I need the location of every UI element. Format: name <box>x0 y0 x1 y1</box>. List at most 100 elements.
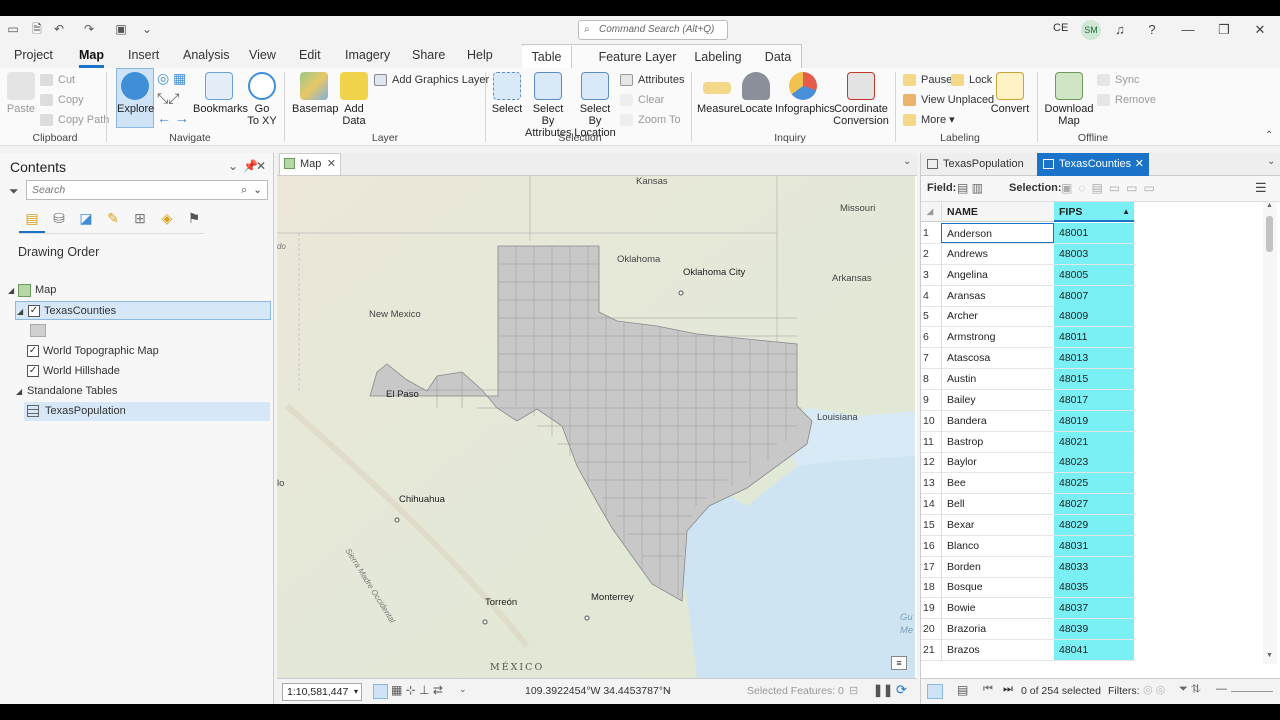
filter-query-icon[interactable]: ⏷ ⇅ <box>1179 683 1201 696</box>
refresh-icon[interactable]: ⟳ <box>896 682 907 698</box>
tab-feature-layer[interactable]: Feature Layer <box>590 46 685 68</box>
list-by-perspective-icon[interactable]: ⚑ <box>184 208 204 228</box>
table-row[interactable]: 3 Angelina 48005 <box>921 264 1135 286</box>
cell-fips[interactable]: 48031 <box>1054 535 1134 556</box>
paste-button[interactable]: Paste <box>6 72 36 115</box>
row-number[interactable]: 8 <box>923 369 941 389</box>
row-number[interactable]: 13 <box>923 473 941 493</box>
cell-name[interactable]: Andrews <box>941 243 1054 264</box>
row-number[interactable]: 20 <box>923 619 941 639</box>
cell-name[interactable]: Bowie <box>941 598 1054 619</box>
portal-initials[interactable]: CE <box>1053 22 1068 34</box>
explore-button[interactable]: Explore <box>116 68 154 128</box>
zoom-slider[interactable] <box>1231 691 1273 692</box>
cell-fips[interactable]: 48023 <box>1054 452 1134 473</box>
cell-fips[interactable]: 48003 <box>1054 243 1134 264</box>
sync-button[interactable]: Sync <box>1097 72 1139 88</box>
cell-name[interactable]: Baylor <box>941 452 1054 473</box>
cell-fips[interactable]: 48035 <box>1054 577 1134 598</box>
attributes-button[interactable]: Attributes <box>620 72 684 88</box>
select-by-location-button[interactable]: Select By Location <box>572 72 618 139</box>
column-header-fips[interactable]: FIPS ▲ <box>1054 202 1134 222</box>
infographics-button[interactable]: Infographics <box>775 72 835 115</box>
row-number[interactable]: 17 <box>923 557 941 577</box>
tab-view[interactable]: View <box>249 48 276 68</box>
filter-extent-icon[interactable]: ◎ ◎ <box>1143 683 1165 696</box>
tab-table[interactable]: Table <box>522 46 572 68</box>
tab-texascounties[interactable]: TexasCounties ✕ <box>1037 153 1149 176</box>
cell-name[interactable]: Bailey <box>941 389 1054 410</box>
table-row[interactable]: 12 Baylor 48023 <box>921 452 1135 474</box>
tab-data[interactable]: Data <box>756 46 800 68</box>
cell-name[interactable]: Austin <box>941 368 1054 389</box>
row-number[interactable]: 9 <box>923 390 941 410</box>
row-number[interactable]: 4 <box>923 286 941 306</box>
cell-fips[interactable]: 48019 <box>1054 410 1134 431</box>
chevron-down-icon[interactable]: ⌄ <box>665 684 673 695</box>
cell-fips[interactable]: 48009 <box>1054 306 1134 327</box>
table-row[interactable]: 5 Archer 48009 <box>921 306 1135 328</box>
coordinate-conversion-button[interactable]: Coordinate Conversion <box>833 72 889 127</box>
map-view-tab[interactable]: Map ✕ <box>279 153 341 175</box>
fixed-scale-icon[interactable] <box>373 684 388 699</box>
cell-name[interactable]: Armstrong <box>941 327 1054 348</box>
list-by-drawing-order-icon[interactable]: ▤ <box>22 208 42 228</box>
row-number[interactable]: 21 <box>923 640 941 660</box>
row-number[interactable]: 16 <box>923 536 941 556</box>
table-row[interactable]: 9 Bailey 48017 <box>921 389 1135 411</box>
row-number[interactable]: 12 <box>923 452 941 472</box>
tab-imagery[interactable]: Imagery <box>345 48 390 68</box>
view-unplaced-button[interactable]: View Unplaced <box>903 92 994 108</box>
close-tab-icon[interactable]: ✕ <box>1135 153 1144 176</box>
pane-options-icon[interactable]: ⌄ <box>228 159 238 173</box>
cell-name[interactable]: Bosque <box>941 577 1054 598</box>
convert-button[interactable]: Convert <box>990 72 1030 115</box>
attribute-table-grid[interactable]: ◢ NAME FIPS ▲ 1 Anderson 48001 2 Andrews 4800… <box>921 202 1263 678</box>
add-data-button[interactable]: Add Data <box>338 72 370 127</box>
row-number[interactable]: 7 <box>923 348 941 368</box>
layer-visibility-checkbox[interactable]: ✓ <box>27 365 39 377</box>
measure-button[interactable]: Measure <box>697 72 740 115</box>
row-number[interactable]: 1 <box>923 223 941 243</box>
cell-name[interactable]: Bell <box>941 494 1054 515</box>
list-by-editing-icon[interactable]: ✎ <box>103 208 123 228</box>
cell-name[interactable]: Atascosa <box>941 348 1054 369</box>
table-row[interactable]: 8 Austin 48015 <box>921 368 1135 390</box>
cell-fips[interactable]: 48029 <box>1054 514 1134 535</box>
table-row[interactable]: 18 Bosque 48035 <box>921 577 1135 599</box>
last-record-icon[interactable]: ⏭ <box>1003 683 1013 696</box>
redo-icon[interactable]: ↷ <box>82 22 96 36</box>
tab-help[interactable]: Help <box>467 48 493 68</box>
tree-layer-world-topographic[interactable]: ✓ World Topographic Map <box>15 342 271 361</box>
go-to-xy-button[interactable]: Go To XY <box>247 72 277 127</box>
list-by-selection-icon[interactable]: ◪ <box>76 208 96 228</box>
chevron-down-icon[interactable]: ⌄ <box>459 684 467 695</box>
scroll-down-icon[interactable]: ▼ <box>1266 652 1273 659</box>
copy-button[interactable]: Copy <box>40 92 84 108</box>
table-row[interactable]: 13 Bee 48025 <box>921 473 1135 495</box>
cell-name[interactable]: Borden <box>941 556 1054 577</box>
cell-fips[interactable]: 48025 <box>1054 473 1134 494</box>
map-canvas[interactable]: Kansas Missouri Oklahoma Oklahoma City A… <box>277 176 915 678</box>
select-by-attributes-button[interactable]: Select By Attributes <box>525 72 571 139</box>
cell-name[interactable]: Blanco <box>941 535 1054 556</box>
show-all-records-icon[interactable] <box>927 684 943 699</box>
clear-selection-button[interactable]: Clear <box>620 92 664 108</box>
first-record-icon[interactable]: ⏮ <box>983 683 993 696</box>
symbol-swatch[interactable] <box>30 324 46 337</box>
column-header-name[interactable]: NAME <box>941 202 1054 222</box>
tree-table-texaspopulation[interactable]: TexasPopulation <box>24 402 270 421</box>
tab-texaspopulation[interactable]: TexasPopulation <box>921 153 1037 176</box>
chevron-down-icon[interactable]: ⌄ <box>253 181 262 199</box>
cell-name[interactable]: Archer <box>941 306 1054 327</box>
select-button[interactable]: Select <box>491 72 523 115</box>
close-pane-icon[interactable]: ✕ <box>256 159 266 173</box>
scroll-up-icon[interactable]: ▲ <box>1266 202 1273 209</box>
minimize-icon[interactable]: — <box>1178 20 1198 40</box>
list-by-data-source-icon[interactable]: ⛁ <box>49 208 69 228</box>
tree-standalone-tables[interactable]: ◢ Standalone Tables <box>15 382 271 401</box>
cell-name[interactable]: Brazoria <box>941 619 1054 640</box>
pause-drawing-icon[interactable]: ❚❚ <box>873 683 893 697</box>
filter-icon[interactable]: ⏷ <box>9 184 19 199</box>
close-tab-icon[interactable]: ✕ <box>327 154 336 174</box>
